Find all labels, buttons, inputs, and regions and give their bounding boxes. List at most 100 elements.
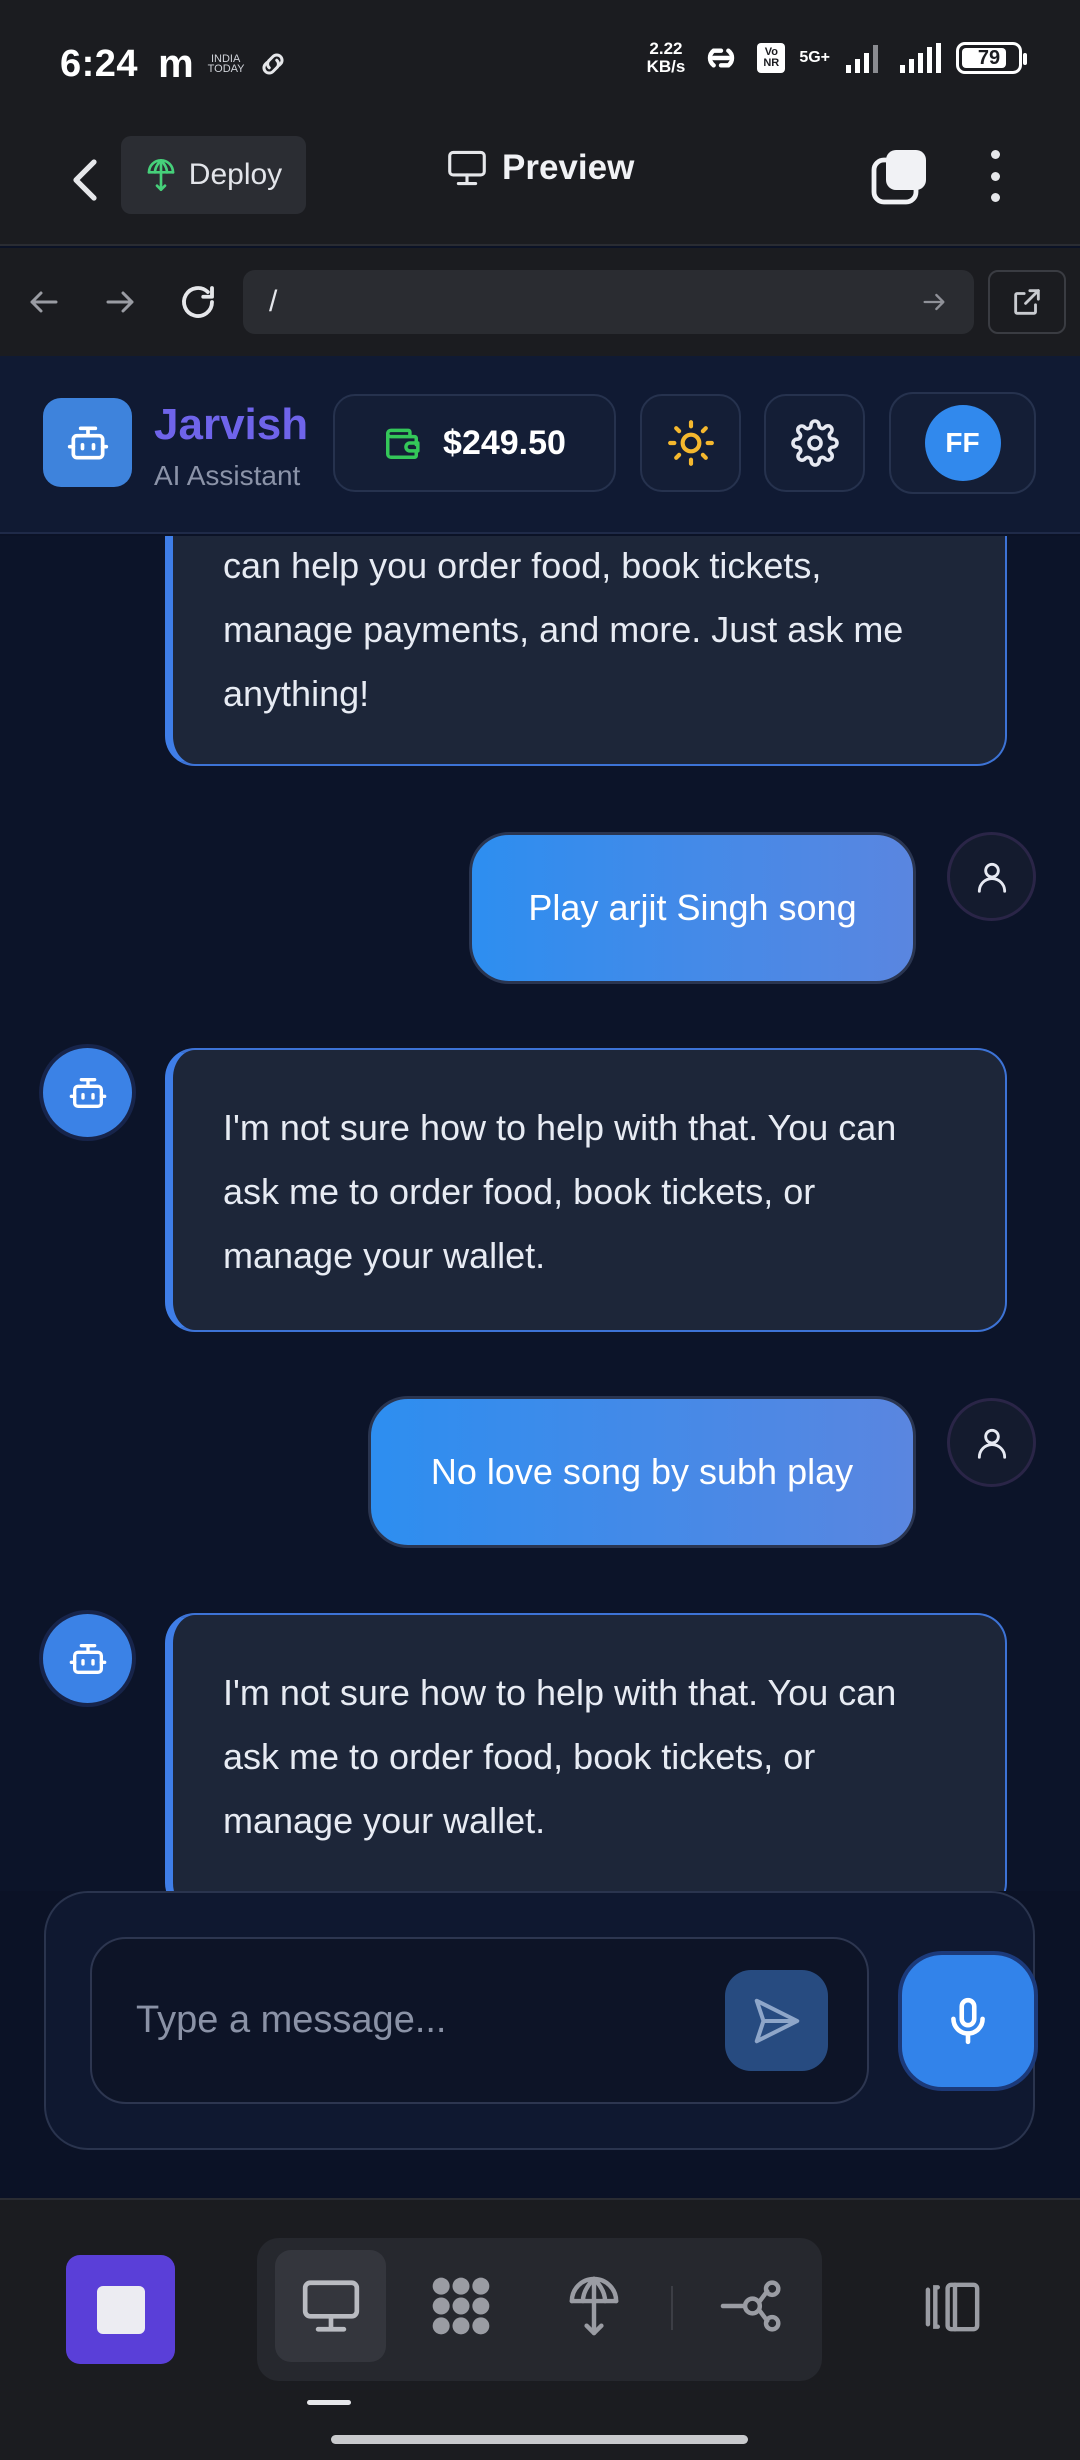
theme-toggle-button[interactable] [640, 394, 741, 492]
microphone-icon [951, 1997, 985, 2045]
open-external-button[interactable] [988, 270, 1066, 334]
browser-forward-button[interactable] [96, 278, 144, 326]
message-line: ask me to order food, book tickets, or [223, 1171, 816, 1212]
volte-icon: Vo NR [757, 43, 786, 73]
user-message-bubble: Play arjit Singh song [469, 832, 916, 984]
gear-icon [790, 419, 839, 467]
message-input[interactable] [92, 1939, 682, 2102]
git-branch-icon [720, 2280, 781, 2332]
reload-button[interactable] [174, 278, 222, 326]
network-type: 5G+ [799, 49, 830, 66]
reload-icon [182, 286, 214, 318]
bot-avatar [43, 1614, 132, 1703]
message-input-box [90, 1937, 869, 2104]
status-time: 6:24 [60, 42, 139, 85]
settings-button[interactable] [764, 394, 865, 492]
stop-button[interactable] [66, 2255, 175, 2364]
tool-switcher [257, 2238, 822, 2381]
network-speed: 2.22 KB/s [647, 40, 686, 76]
status-bar: 6:24 m INDIA TODAY 2.22 KB/s Vo NR 5G+ 7… [0, 0, 1080, 128]
message-line: manage your wallet. [223, 1800, 546, 1841]
go-arrow-icon[interactable] [920, 288, 948, 316]
app-toolbar: Deploy Preview [0, 128, 1080, 246]
more-dot-icon [990, 150, 1000, 159]
monitor-icon [302, 2280, 359, 2332]
message-line: I'm not sure how to help with that. You … [223, 1672, 897, 1713]
message-line: manage payments, and more. Just ask me [223, 609, 904, 650]
chevron-left-icon [73, 159, 97, 201]
user-icon [977, 1428, 1006, 1459]
more-options-button[interactable] [980, 146, 1010, 206]
wallet-balance-button[interactable]: $249.50 [333, 394, 616, 492]
signal-icon-1 [844, 43, 884, 73]
bot-avatar [43, 1048, 132, 1137]
gesture-nav-bar[interactable] [331, 2435, 748, 2444]
url-bar[interactable]: / [243, 270, 974, 334]
status-right-icons: 2.22 KB/s Vo NR 5G+ 79 [647, 40, 1027, 76]
arrow-left-icon [30, 291, 58, 313]
news-app-icon: INDIA TODAY [207, 53, 245, 75]
wallet-icon [386, 428, 420, 459]
stop-icon [96, 2285, 145, 2334]
browser-back-button[interactable] [20, 278, 68, 326]
external-link-icon [1014, 289, 1040, 315]
message-line: ask me to order food, book tickets, or [223, 1736, 816, 1777]
speed-unit: KB/s [646, 57, 686, 76]
bottom-toolbar [0, 2198, 1080, 2460]
message-line: anything! [223, 673, 370, 714]
user-message-bubble: No love song by subh play [368, 1396, 916, 1548]
message-line: can help you order food, book tickets, [223, 545, 822, 586]
browser-bar: / [0, 248, 1080, 356]
monitor-icon [448, 150, 486, 186]
git-tool-button[interactable] [694, 2250, 805, 2362]
battery-icon: 79 [956, 42, 1027, 74]
speed-value: 2.22 [649, 39, 683, 58]
user-avatar [947, 832, 1036, 921]
wallet-amount: $249.50 [443, 423, 566, 462]
message-line: I'm not sure how to help with that. You … [223, 1107, 897, 1148]
more-dot-icon [990, 171, 1000, 181]
dots-grid-icon [432, 2277, 489, 2335]
hotspot-link-icon [699, 41, 743, 75]
battery-level: 79 [977, 46, 1001, 69]
deploy-icon [569, 2276, 618, 2336]
url-text: / [269, 285, 278, 318]
panel-toggle-button[interactable] [920, 2272, 990, 2342]
bot-message-bubble: I'm not sure how to help with that. You … [165, 1048, 1007, 1332]
preview-tool-button[interactable] [275, 2250, 386, 2362]
m-app-icon: m [158, 41, 194, 86]
app-header: Jarvish AI Assistant $249.50 FF [0, 356, 1080, 534]
robot-icon [67, 426, 108, 459]
message-line: manage your wallet. [223, 1235, 546, 1276]
robot-icon [69, 1643, 106, 1674]
user-icon [977, 862, 1006, 893]
workspace-tool-button[interactable] [405, 2250, 516, 2362]
send-icon [754, 1998, 799, 2043]
preview-label: Preview [502, 148, 635, 187]
tabs-icon [871, 150, 926, 205]
signal-icon-2 [898, 43, 942, 73]
preview-tab[interactable]: Preview [446, 148, 634, 188]
deploy-label: Deploy [188, 158, 283, 191]
tabs-button[interactable] [870, 146, 930, 206]
deploy-button[interactable]: Deploy [121, 136, 306, 214]
user-avatar [947, 1398, 1036, 1487]
deploy-icon [147, 158, 175, 191]
app-name: Jarvish [154, 400, 309, 449]
tools-separator [671, 2286, 673, 2330]
back-button[interactable] [56, 150, 116, 210]
link-icon [258, 49, 288, 79]
chat-messages[interactable]: can help you order food, book tickets, m… [0, 536, 1080, 1891]
message-text: No love song by subh play [430, 1451, 854, 1492]
sidebar-panel-icon [925, 2282, 980, 2332]
voice-input-button[interactable] [902, 1955, 1034, 2087]
jarvish-logo [43, 398, 132, 487]
robot-icon [69, 1077, 106, 1108]
app-subtitle: AI Assistant [154, 460, 301, 491]
keyboard-handle [307, 2400, 351, 2405]
deploy-tool-button[interactable] [538, 2250, 649, 2362]
send-button[interactable] [725, 1970, 828, 2071]
profile-button[interactable]: FF [889, 392, 1036, 494]
bot-message-bubble: I'm not sure how to help with that. You … [165, 1613, 1007, 1891]
sun-icon [667, 420, 714, 466]
